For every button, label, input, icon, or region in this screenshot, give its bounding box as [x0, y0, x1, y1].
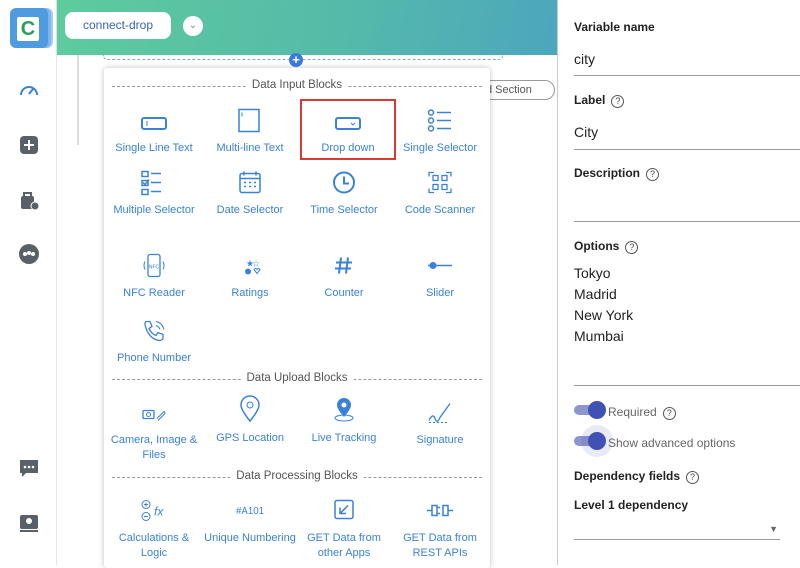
dependency-fields-label: Dependency fields? [574, 469, 699, 484]
section-header: Data Input Blocks [112, 79, 482, 93]
divider [574, 221, 800, 222]
block-multiple-selector[interactable]: Multiple Selector [106, 168, 202, 218]
block-gps-location[interactable]: GPS Location [202, 393, 298, 446]
numbering-icon: #A101 [230, 496, 270, 525]
block-live-tracking[interactable]: Live Tracking [296, 393, 392, 446]
import-icon [330, 496, 358, 525]
block-get-data-apps[interactable]: GET Data from other Apps [296, 496, 392, 561]
radio-list-icon [426, 106, 454, 135]
app-name-button[interactable]: connect-drop [65, 12, 171, 39]
speedometer-icon[interactable] [18, 79, 40, 101]
bag-plus-icon[interactable] [18, 189, 40, 211]
advanced-options-toggle[interactable] [574, 436, 604, 446]
section-header: Data Upload Blocks [112, 372, 482, 386]
block-multi-line-text[interactable]: Multi-line Text [202, 106, 298, 156]
variable-name-label: Variable name [574, 20, 655, 34]
chevron-down-icon[interactable]: ⌄ [183, 16, 203, 36]
help-icon[interactable]: ? [663, 407, 676, 420]
block-signature[interactable]: Signature [392, 398, 488, 448]
qr-code-icon [426, 168, 454, 197]
required-label: Required? [608, 405, 676, 420]
hash-icon [330, 251, 358, 280]
section-header: Data Processing Blocks [112, 470, 482, 484]
app-logo[interactable]: C [10, 8, 48, 48]
dropdown-icon [334, 111, 362, 135]
divider [574, 75, 800, 76]
sidebar: C [0, 0, 57, 565]
divider [574, 149, 800, 150]
app-header: connect-drop ⌄ [57, 0, 557, 55]
block-date-selector[interactable]: Date Selector [202, 168, 298, 218]
description-input[interactable] [574, 190, 794, 218]
block-picker-popup: Data Input Blocks Single Line Text Multi… [104, 68, 490, 568]
required-toggle[interactable] [574, 405, 604, 415]
block-time-selector[interactable]: Time Selector [296, 168, 392, 218]
block-get-data-rest[interactable]: GET Data from REST APIs [392, 496, 488, 561]
block-nfc-reader[interactable]: NFCNFC Reader [106, 251, 202, 301]
properties-panel: Variable name city Label? City Descripti… [557, 0, 800, 565]
divider [77, 55, 79, 145]
camera-icon [140, 398, 168, 427]
svg-text:fx: fx [154, 505, 164, 519]
signature-pen-icon [426, 398, 454, 427]
checklist-icon [140, 168, 168, 197]
user-card-icon[interactable] [18, 512, 40, 534]
description-label: Description? [574, 166, 659, 181]
nfc-icon: NFC [140, 251, 168, 280]
caret-down-icon: ▼ [769, 524, 778, 534]
phone-icon [140, 316, 168, 345]
ratings-icon: ★☆ [236, 251, 264, 280]
block-code-scanner[interactable]: Code Scanner [392, 168, 488, 218]
svg-text:#A101: #A101 [236, 506, 264, 517]
advanced-options-label: Show advanced options [608, 436, 735, 450]
block-counter[interactable]: Counter [296, 251, 392, 301]
label-label: Label? [574, 93, 624, 108]
block-camera-image-files[interactable]: Camera, Image & Files [106, 398, 202, 463]
label-input[interactable]: City [574, 124, 598, 140]
options-label: Options? [574, 239, 638, 254]
help-icon[interactable]: ? [611, 95, 624, 108]
block-calculations-logic[interactable]: fxCalculations & Logic [106, 496, 202, 561]
level1-dependency-select[interactable]: ▼ [574, 518, 780, 540]
block-drop-down[interactable]: Drop down [300, 99, 396, 160]
svg-text:NFC: NFC [149, 265, 160, 271]
help-icon[interactable]: ? [686, 471, 699, 484]
slider-icon [426, 251, 454, 280]
help-icon[interactable]: ? [625, 241, 638, 254]
group-icon[interactable] [18, 243, 40, 265]
block-phone-number[interactable]: Phone Number [106, 316, 202, 366]
level1-dependency-label: Level 1 dependency [574, 498, 688, 512]
block-unique-numbering[interactable]: #A101Unique Numbering [202, 496, 298, 546]
textarea-icon [236, 106, 264, 135]
add-square-icon[interactable] [18, 134, 40, 156]
function-icon: fx [140, 496, 168, 525]
divider [574, 385, 800, 386]
block-single-selector[interactable]: Single Selector [392, 106, 488, 156]
variable-name-input[interactable]: city [574, 51, 595, 67]
svg-text:☆: ☆ [252, 259, 260, 269]
calendar-icon [236, 168, 264, 197]
chat-icon[interactable] [18, 457, 40, 479]
section-dropzone [103, 55, 503, 60]
options-textarea[interactable]: TokyoMadridNew YorkMumbai [574, 263, 633, 347]
block-single-line-text[interactable]: Single Line Text [106, 111, 202, 156]
add-block-plus-icon[interactable]: + [289, 53, 303, 67]
location-pin-icon [236, 393, 264, 425]
block-ratings[interactable]: ★☆Ratings [202, 251, 298, 301]
help-icon[interactable]: ? [646, 168, 659, 181]
clock-icon [330, 168, 358, 197]
block-slider[interactable]: Slider [392, 251, 488, 301]
tracking-icon [330, 393, 358, 425]
text-field-icon [140, 111, 168, 135]
api-plug-icon [426, 496, 454, 525]
